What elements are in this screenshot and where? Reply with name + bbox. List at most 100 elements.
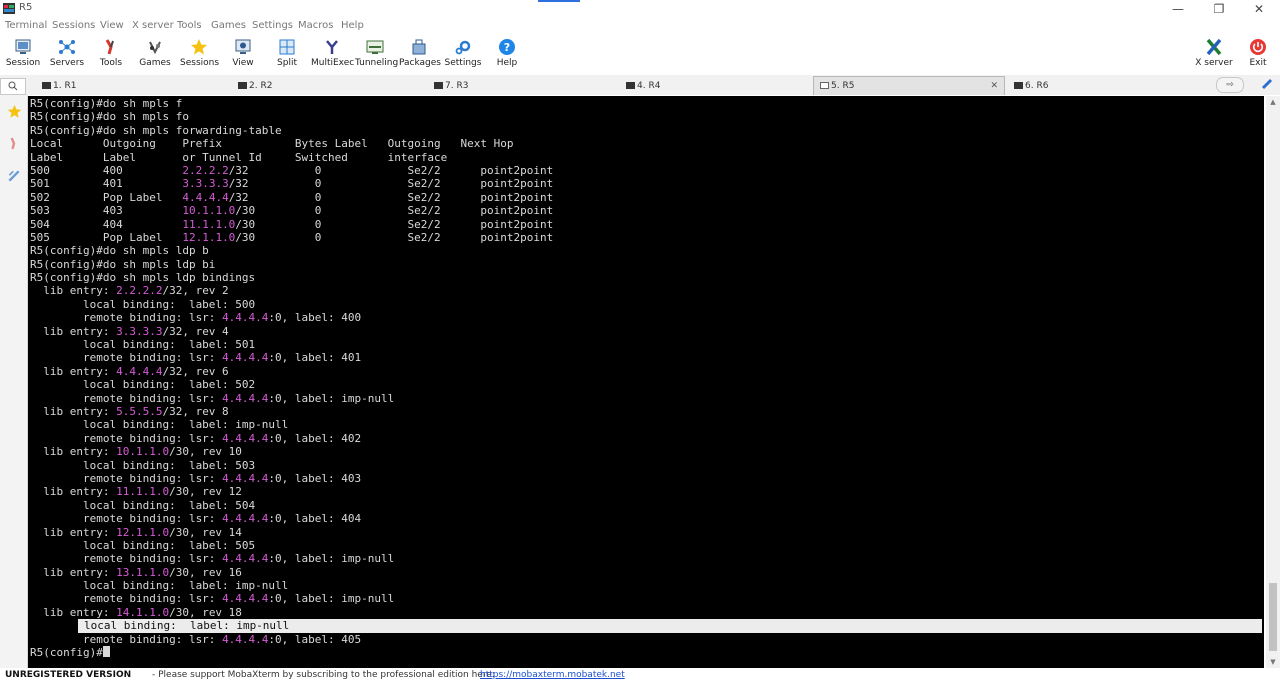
terminal-line: lib entry: 11.1.1.0/30, rev 12 bbox=[30, 485, 1262, 498]
terminal-text: 501 401 bbox=[30, 177, 183, 191]
help-button[interactable]: ? Help bbox=[492, 36, 522, 72]
menu-settings[interactable]: Settings bbox=[252, 20, 293, 31]
ip-address: 4.4.4.4 bbox=[222, 391, 269, 405]
terminal-line: local binding: label: imp-null bbox=[30, 579, 1262, 592]
tab-r4[interactable]: 4. R4 bbox=[620, 77, 812, 95]
servers-button[interactable]: Servers bbox=[47, 36, 87, 72]
packages-button[interactable]: Packages bbox=[399, 36, 441, 72]
menu-x-server[interactable]: X server bbox=[132, 20, 174, 31]
view-icon bbox=[235, 39, 251, 54]
terminal-text: R5(config)#do sh mpls ldp bindings bbox=[30, 271, 256, 285]
terminal-line: local binding: label: 502 bbox=[30, 378, 1262, 391]
ip-address: 14.1.1.0 bbox=[116, 605, 170, 619]
x-server-button[interactable]: X server bbox=[1194, 36, 1234, 72]
view-button[interactable]: View bbox=[228, 36, 258, 72]
tab-scroll-button[interactable]: ⇨ bbox=[1216, 77, 1244, 93]
terminal-line: lib entry: 14.1.1.0/30, rev 18 bbox=[30, 606, 1262, 619]
terminal-text: Label Label or Tunnel Id Switched interf… bbox=[30, 150, 448, 164]
tab-r1[interactable]: 1. R1 bbox=[36, 77, 232, 95]
close-button[interactable]: ✕ bbox=[1241, 0, 1277, 18]
terminal-text: remote binding: lsr: bbox=[30, 391, 223, 405]
split-button[interactable]: Split bbox=[272, 36, 302, 72]
terminal-text: 503 403 bbox=[30, 204, 183, 218]
tools-button[interactable]: Tools bbox=[93, 36, 129, 72]
terminal-line: 500 400 2.2.2.2/32 0 Se2/2 point2point bbox=[30, 164, 1262, 177]
terminal-text: local binding: label: 503 bbox=[30, 458, 256, 472]
ip-address: 2.2.2.2 bbox=[182, 163, 229, 177]
terminal-text: remote binding: lsr: bbox=[30, 592, 223, 606]
menu-sessions[interactable]: Sessions bbox=[52, 20, 95, 31]
terminal-tab-icon bbox=[238, 82, 247, 89]
terminal-lines: R5(config)#do sh mpls f R5(config)#do sh … bbox=[30, 97, 1262, 659]
ip-address: 4.4.4.4 bbox=[222, 311, 269, 325]
terminal-line: R5(config)#do sh mpls fo bbox=[30, 110, 1262, 123]
menu-terminal[interactable]: Terminal bbox=[5, 20, 47, 31]
scroll-down-icon[interactable]: ▼ bbox=[1266, 656, 1280, 668]
tunneling-button[interactable]: Tunneling bbox=[355, 36, 398, 72]
terminal-line: local binding: label: 504 bbox=[30, 499, 1262, 512]
tab-r6[interactable]: 6. R6 bbox=[1008, 77, 1198, 95]
menu-view[interactable]: View bbox=[100, 20, 124, 31]
sessions-button[interactable]: Sessions bbox=[180, 36, 219, 72]
title-bar: R5 — ❐ ✕ bbox=[0, 0, 1280, 18]
multiexec-button[interactable]: MultiExec bbox=[311, 36, 354, 72]
terminal-text: 504 404 bbox=[30, 217, 183, 231]
scroll-up-icon[interactable]: ▲ bbox=[1266, 96, 1280, 108]
menu-macros[interactable]: Macros bbox=[298, 20, 333, 31]
terminal-text: 505 Pop Label bbox=[30, 230, 183, 244]
terminal-text: /30 0 Se2/2 point2point bbox=[235, 204, 554, 218]
professional-edition-link[interactable]: https://mobaxterm.mobatek.net bbox=[480, 670, 625, 680]
tab-r5[interactable]: 5. R5 ✕ bbox=[813, 76, 1005, 95]
terminal-text: :0, label: 404 bbox=[268, 512, 362, 526]
tab-r3[interactable]: 7. R3 bbox=[428, 77, 620, 95]
ip-address: 4.4.4.4 bbox=[182, 190, 229, 204]
menu-help[interactable]: Help bbox=[341, 20, 364, 31]
terminal-text: :0, label: 400 bbox=[268, 311, 362, 325]
vertical-scrollbar[interactable]: ▲ ▼ bbox=[1266, 96, 1280, 668]
terminal-text: lib entry: bbox=[30, 404, 117, 418]
menu-tools[interactable]: Tools bbox=[177, 20, 202, 31]
terminal-line: local binding: label: 505 bbox=[30, 539, 1262, 552]
power-icon bbox=[1250, 39, 1266, 55]
terminal-text: :0, label: 405 bbox=[268, 632, 362, 646]
sidebar-sessions[interactable] bbox=[4, 101, 24, 123]
games-button[interactable]: Games bbox=[137, 36, 173, 72]
terminal-text: Local Outgoing Prefix Bytes Label Outgoi… bbox=[30, 137, 514, 151]
star-icon bbox=[7, 104, 21, 118]
tunneling-icon bbox=[366, 40, 384, 54]
terminal-line: local binding: label: imp-null bbox=[78, 619, 1262, 633]
maximize-button[interactable]: ❐ bbox=[1201, 0, 1237, 18]
terminal-text: /30, rev 18 bbox=[169, 605, 242, 619]
svg-text:?: ? bbox=[504, 41, 510, 54]
terminal-line: R5(config)#do sh mpls ldp bindings bbox=[30, 271, 1262, 284]
quick-connect-search[interactable] bbox=[0, 78, 26, 95]
terminal-text: R5(config)#do sh mpls ldp bi bbox=[30, 257, 216, 271]
tab-r2[interactable]: 2. R2 bbox=[232, 77, 428, 95]
terminal-text: /32, rev 2 bbox=[162, 284, 229, 298]
menu-games[interactable]: Games bbox=[211, 20, 246, 31]
minimize-button[interactable]: — bbox=[1160, 0, 1196, 18]
terminal-output[interactable]: R5(config)#do sh mpls f R5(config)#do sh … bbox=[28, 96, 1264, 668]
ip-address: 3.3.3.3 bbox=[116, 324, 163, 338]
tab-close-icon[interactable]: ✕ bbox=[990, 77, 998, 95]
attach-icon[interactable] bbox=[1261, 78, 1273, 90]
terminal-text: remote binding: lsr: bbox=[30, 431, 223, 445]
ip-address: 12.1.1.0 bbox=[116, 525, 170, 539]
scroll-thumb[interactable] bbox=[1269, 583, 1277, 651]
terminal-tab-icon bbox=[434, 82, 443, 89]
terminal-text: 502 Pop Label bbox=[30, 190, 183, 204]
settings-button[interactable]: Settings bbox=[444, 36, 482, 72]
terminal-text: /32, rev 8 bbox=[162, 404, 229, 418]
exit-button[interactable]: Exit bbox=[1244, 36, 1272, 72]
terminal-text: /32 0 Se2/2 point2point bbox=[228, 177, 554, 191]
ip-address: 4.4.4.4 bbox=[222, 552, 269, 566]
session-button[interactable]: Session bbox=[4, 36, 42, 72]
sidebar-macros[interactable] bbox=[4, 165, 24, 187]
terminal-text: :0, label: 401 bbox=[268, 351, 362, 365]
terminal-line: R5(config)#do sh mpls f bbox=[30, 97, 1262, 110]
terminal-text: R5(config)#do sh mpls fo bbox=[30, 110, 189, 124]
terminal-line: R5(config)#do sh mpls ldp bi bbox=[30, 258, 1262, 271]
ip-address: 5.5.5.5 bbox=[116, 404, 163, 418]
sidebar-tools[interactable] bbox=[4, 133, 24, 155]
terminal-tab-icon bbox=[820, 82, 829, 89]
